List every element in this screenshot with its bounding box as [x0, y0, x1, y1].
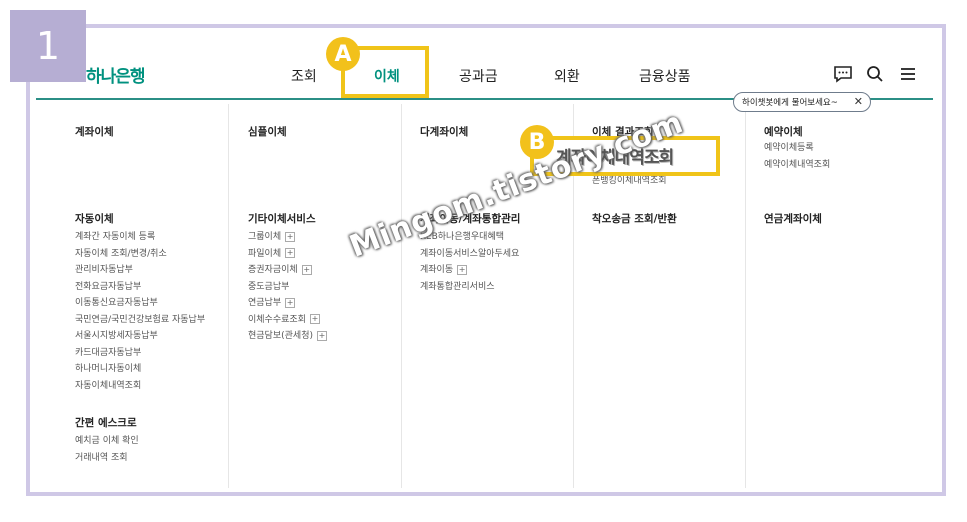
menu-link[interactable]: 계좌이동서비스알아두세요 [420, 246, 519, 263]
menu-title-pension-transfer[interactable]: 연금계좌이체 [764, 211, 822, 226]
close-icon[interactable]: ✕ [854, 95, 863, 108]
bank-logo[interactable]: 하나은행 [86, 62, 146, 87]
menu-link[interactable]: 이동통신요금자동납부 [75, 295, 205, 312]
menu-link[interactable]: 예치금 이체 확인 [75, 433, 139, 450]
nav-item-transfer[interactable]: 이체 [374, 66, 400, 86]
menu-link[interactable]: 서울시지방세자동납부 [75, 328, 205, 345]
expand-plus-icon[interactable]: + [285, 248, 296, 258]
other-transfer-links: 그룹이체 + 파일이체 + 증권자금이체 + 중도금납부 연금납부 + 이체수수료조회 +… [248, 229, 327, 345]
menu-link[interactable]: 예약이체등록 [764, 140, 830, 157]
chatbot-tooltip-text: 하이챗봇에게 물어보세요~ [742, 98, 838, 108]
menu-link-expandable[interactable]: 이체수수료조회 + [248, 312, 327, 329]
menu-link[interactable]: 관리비자동납부 [75, 262, 205, 279]
menu-link[interactable]: 자동이체내역조회 [75, 378, 205, 395]
main-nav: 조회 이체 공과금 외환 금융상품 [0, 66, 967, 86]
menu-title-account-transfer[interactable]: 계좌이체 [75, 124, 114, 139]
scheduled-transfer-links: 예약이체등록 예약이체내역조회 [764, 140, 830, 173]
account-switch-links: KEB하나은행우대혜택 계좌이동서비스알아두세요 계좌이동 + 계좌통합관리서비스 [420, 229, 519, 295]
menu-title-simple-escrow[interactable]: 간편 에스크로 [75, 415, 137, 430]
menu-link[interactable]: 거래내역 조회 [75, 450, 139, 467]
menu-title-mistaken-transfer[interactable]: 착오송금 조회/반환 [592, 211, 677, 226]
menu-link[interactable]: 예약이체내역조회 [764, 157, 830, 174]
menu-link-expandable[interactable]: 연금납부 + [248, 295, 327, 312]
expand-plus-icon[interactable]: + [309, 314, 320, 324]
menu-title-other-transfer-services[interactable]: 기타이체서비스 [248, 211, 316, 226]
nav-item-utility-bills[interactable]: 공과금 [459, 66, 498, 86]
menu-title-scheduled-transfer[interactable]: 예약이체 [764, 124, 803, 139]
menu-link[interactable]: 중도금납부 [248, 279, 327, 296]
expand-plus-icon[interactable]: + [285, 297, 296, 308]
escrow-links: 예치금 이체 확인 거래내역 조회 [75, 433, 139, 466]
menu-title-auto-transfer[interactable]: 자동이체 [75, 211, 114, 226]
menu-link[interactable]: 계좌간 자동이체 등록 [75, 229, 205, 246]
menu-link[interactable]: 자동이체 조회/변경/취소 [75, 246, 205, 263]
step-number-badge: 1 [10, 10, 86, 82]
column-divider [228, 104, 229, 488]
expand-plus-icon[interactable]: + [316, 330, 327, 341]
annotation-marker-a: A [326, 37, 360, 71]
nav-item-foreign-exchange[interactable]: 외환 [554, 66, 580, 86]
expand-plus-icon[interactable]: + [285, 231, 296, 242]
column-divider [745, 104, 746, 488]
chatbot-tooltip[interactable]: 하이챗봇에게 물어보세요~ ✕ [733, 92, 871, 112]
nav-item-inquiry[interactable]: 조회 [291, 66, 317, 86]
auto-transfer-links: 계좌간 자동이체 등록 자동이체 조회/변경/취소 관리비자동납부 전화요금자동… [75, 229, 205, 394]
menu-link[interactable]: 전화요금자동납부 [75, 279, 205, 296]
menu-link[interactable]: 하나머니자동이체 [75, 361, 205, 378]
menu-link[interactable]: 카드대금자동납부 [75, 345, 205, 362]
expand-plus-icon[interactable]: + [457, 264, 468, 275]
nav-item-financial-products[interactable]: 금융상품 [639, 66, 691, 86]
menu-link-expandable[interactable]: 계좌이동 + [420, 262, 519, 279]
expand-plus-icon[interactable]: + [301, 264, 312, 275]
menu-title-simple-transfer[interactable]: 심플이체 [248, 124, 287, 139]
menu-title-multi-account-transfer[interactable]: 다계좌이체 [420, 124, 468, 139]
menu-link-expandable[interactable]: 파일이체 + [248, 246, 327, 263]
column-divider [401, 104, 402, 488]
menu-link-expandable[interactable]: 증권자금이체 + [248, 262, 327, 279]
menu-link-expandable[interactable]: 현금담보(관세청) + [248, 328, 327, 345]
menu-link[interactable]: 국민연금/국민건강보험료 자동납부 [75, 312, 205, 329]
menu-link-expandable[interactable]: 그룹이체 + [248, 229, 327, 246]
menu-link[interactable]: 계좌통합관리서비스 [420, 279, 519, 296]
